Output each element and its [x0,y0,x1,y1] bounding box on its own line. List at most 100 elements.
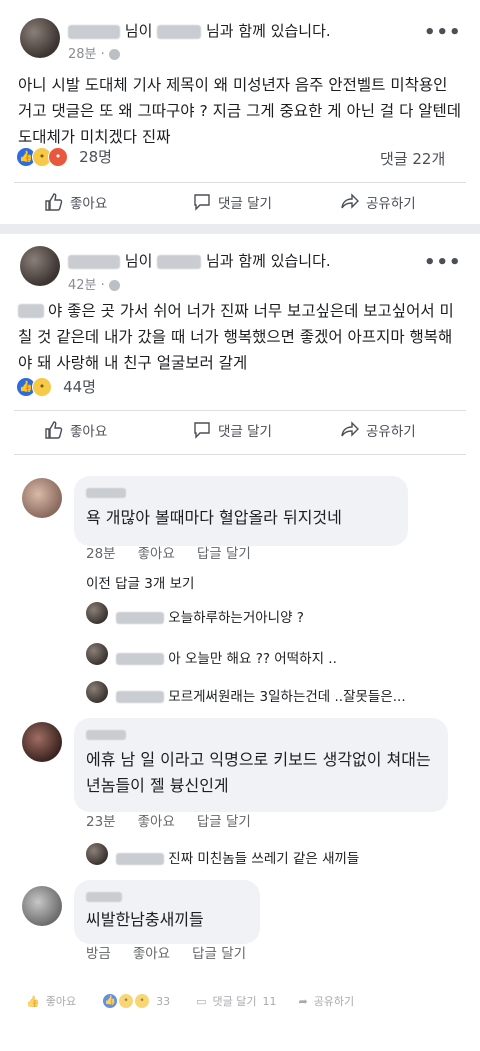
comment3-bubble[interactable]: 씨발한남충새끼들 [74,880,260,944]
post1-like-button[interactable]: 좋아요 [44,192,107,212]
comment-avatar[interactable] [22,886,62,926]
footer-comment-count: 11 [262,994,277,1008]
blurred-name[interactable] [116,853,164,865]
reply-avatar[interactable] [86,681,108,703]
post2-header-text1: 님이 [124,252,153,270]
post2-comment-button[interactable]: 댓글 달기 [192,420,272,440]
post2-like-button[interactable]: 좋아요 [44,420,107,440]
reply-avatar[interactable] [86,643,108,665]
blurred-name[interactable] [86,891,122,902]
divider [14,454,466,455]
share-icon: ➦ [298,994,308,1008]
post2-header-text2: 님과 함께 있습니다. [205,252,331,270]
post2-text: 야 좋은 곳 가서 쉬어 너가 진짜 너무 보고싶은데 보고싶어서 미칠 것 같… [18,302,454,372]
comment-icon: ▭ [196,994,207,1008]
blurred-name[interactable] [86,729,126,740]
comment1-bubble[interactable]: 욕 개많아 볼때마다 혈압올라 뒤지것네 [74,476,408,546]
post1-reaction-count: 28명 [79,148,112,166]
footer-reaction-count: 33 [156,994,171,1008]
comment3-meta: 방금 좋아요 답글 달기 [86,942,246,962]
like-label: 좋아요 [70,196,108,212]
globe-icon [108,49,120,60]
footer-comment[interactable]: 댓글 달기 [212,993,256,1009]
thumbs-up-icon [45,421,63,439]
comment1-meta: 28분 좋아요 답글 달기 [86,542,251,562]
blurred-name[interactable] [18,304,44,318]
post2-reaction-count: 44명 [63,378,96,396]
post1-share-button[interactable]: 공유하기 [340,192,416,212]
blurred-name[interactable] [86,487,126,498]
comment-avatar[interactable] [22,478,62,518]
comment2-reply[interactable]: 답글 달기 [197,810,251,830]
divider [14,410,466,411]
like-label: 좋아요 [70,424,108,440]
comment1-reply[interactable]: 답글 달기 [197,542,251,562]
comment1-time[interactable]: 28분 [86,542,116,562]
blurred-name[interactable] [116,653,164,665]
view-previous-replies[interactable]: 이전 답글 3개 보기 [86,572,194,592]
globe-icon [108,280,120,291]
more-options-icon[interactable]: ••• [424,252,462,273]
reply-text: 모르게써원래는 3일하는건데 ..잘못들은... [168,689,406,705]
reply-avatar[interactable] [86,602,108,624]
post1-text: 아니 시발 도대체 기사 제목이 왜 미성년자 음주 안전벨트 미착용인 거고 … [18,76,462,146]
sad-reaction-icon: • [32,376,52,397]
post2-header: 님이 님과 함께 있습니다. [68,250,331,271]
share-label: 공유하기 [366,424,416,440]
reply-text: 오늘하루하는거아니양 ? [168,610,304,626]
reply-row[interactable]: 오늘하루하는거아니양 ? [116,606,304,626]
footer-share[interactable]: 공유하기 [314,993,354,1009]
footer-bar: 👍 좋아요 👍 • • 33 ▭ 댓글 달기 11 ➦ 공유하기 [26,993,354,1009]
post1-timestamp[interactable]: 28분 · [68,43,120,62]
comment2-text: 에휴 남 일 이라고 익명으로 키보드 생각없이 쳐대는 년놈들이 젤 븅신인게 [86,750,431,795]
blurred-name[interactable] [157,254,202,269]
post-separator [0,224,480,234]
reply-row[interactable]: 진짜 미친놈들 쓰레기 같은 새끼들 [116,847,359,867]
comment1-like[interactable]: 좋아요 [138,542,175,562]
footer-like[interactable]: 좋아요 [46,993,76,1009]
like-reaction-icon: 👍 [102,993,119,1009]
comment3-time[interactable]: 방금 [86,942,111,962]
reply-row[interactable]: 모르게써원래는 3일하는건데 ..잘못들은... [116,685,406,705]
comment3-text: 씨발한남충새끼들 [86,910,204,929]
blurred-name[interactable] [157,24,202,39]
share-icon [341,421,359,437]
post2-avatar[interactable] [20,246,60,286]
comment-label: 댓글 달기 [218,424,272,440]
thumbs-up-icon: 👍 [26,994,40,1008]
share-icon [341,193,359,209]
post1-avatar[interactable] [20,18,60,58]
post2-reactions[interactable]: 👍 • 44명 [16,376,96,397]
comment3-like[interactable]: 좋아요 [133,942,170,962]
comment3-reply[interactable]: 답글 달기 [192,942,246,962]
sad-reaction-icon: • [134,993,151,1009]
blurred-name[interactable] [68,254,120,269]
more-options-icon[interactable]: ••• [424,22,462,43]
post1-comment-button[interactable]: 댓글 달기 [192,192,272,212]
comment2-time[interactable]: 23분 [86,810,116,830]
blurred-name[interactable] [116,691,164,703]
post1-comment-count[interactable]: 댓글 22개 [380,148,445,169]
haha-reaction-icon: • [118,993,135,1009]
post1-header-text1: 님이 [124,22,153,40]
divider [14,182,466,183]
comment-icon [194,422,210,439]
reply-text: 아 오늘만 해요 ?? 어떡하지 .. [168,651,337,667]
reply-avatar[interactable] [86,843,108,865]
comment2-meta: 23분 좋아요 답글 달기 [86,810,251,830]
post1-header-text2: 님과 함께 있습니다. [205,22,331,40]
comment2-bubble[interactable]: 에휴 남 일 이라고 익명으로 키보드 생각없이 쳐대는 년놈들이 젤 븅신인게 [74,718,448,812]
post1-reactions[interactable]: 👍 • • 28명 [16,146,112,167]
post2-timestamp[interactable]: 42분 · [68,274,120,293]
blurred-name[interactable] [116,612,164,624]
share-label: 공유하기 [366,196,416,212]
post2-share-button[interactable]: 공유하기 [340,420,416,440]
comment-avatar[interactable] [22,722,62,762]
reply-text: 진짜 미친놈들 쓰레기 같은 새끼들 [168,851,360,867]
comment2-like[interactable]: 좋아요 [138,810,175,830]
blurred-name[interactable] [68,24,120,39]
thumbs-up-icon [45,193,63,211]
comment1-text: 욕 개많아 볼때마다 혈압올라 뒤지것네 [86,508,342,527]
reply-row[interactable]: 아 오늘만 해요 ?? 어떡하지 .. [116,647,337,667]
post2-text-wrap: 야 좋은 곳 가서 쉬어 너가 진짜 너무 보고싶은데 보고싶어서 미칠 것 같… [18,298,464,376]
